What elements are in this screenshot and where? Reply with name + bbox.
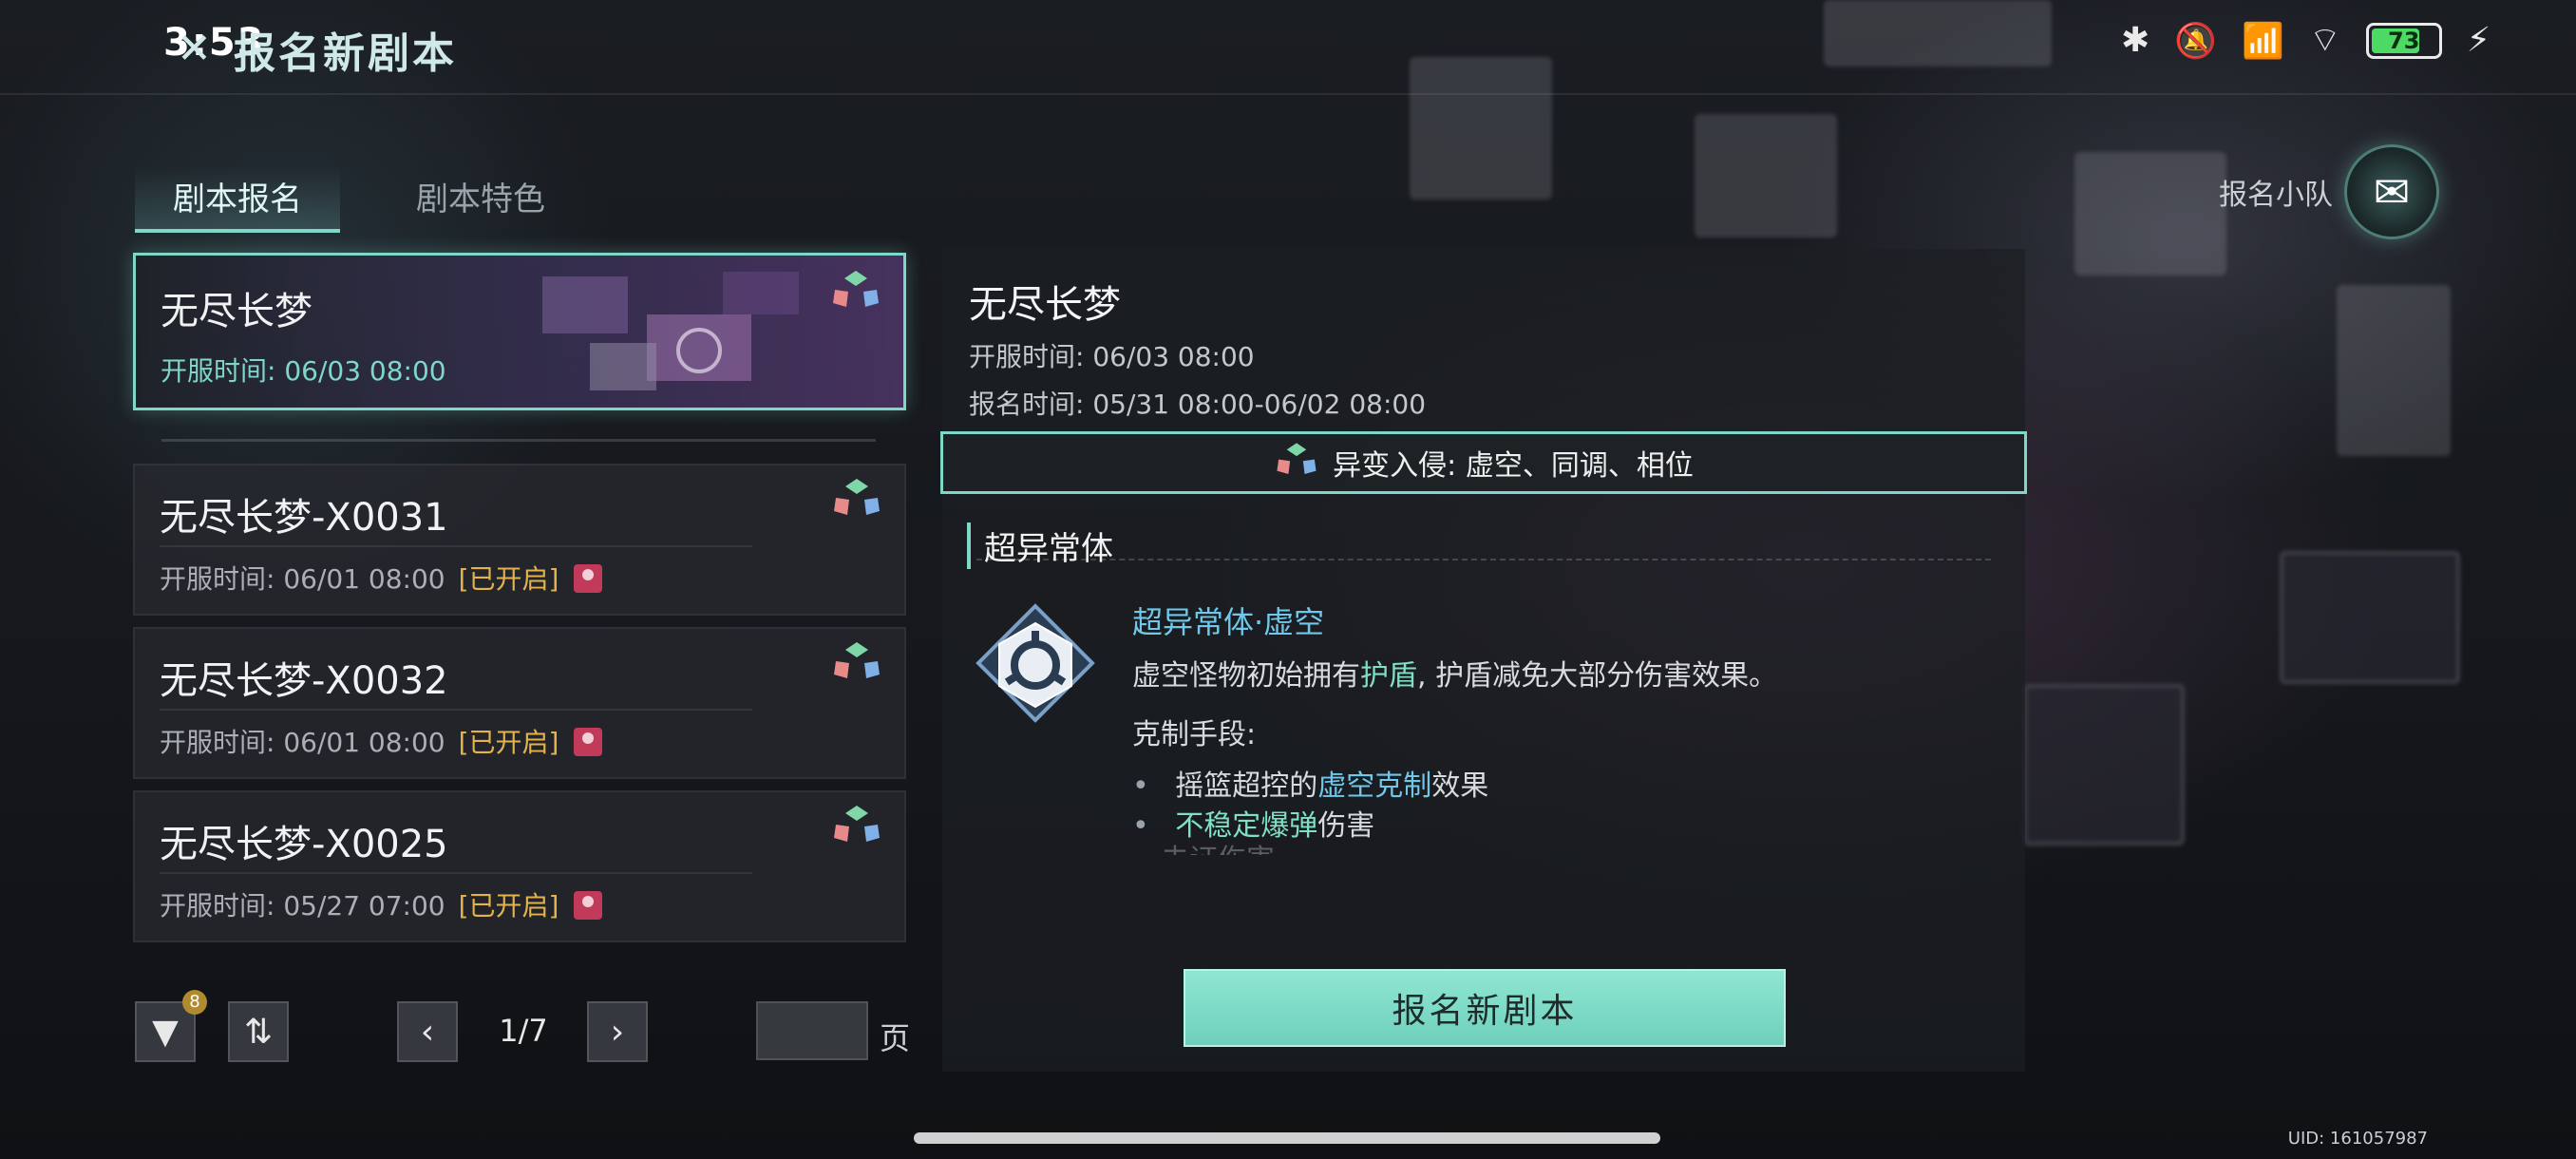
counter-title: 克制手段:	[1132, 718, 1257, 751]
mutation-icon	[834, 806, 880, 842]
script-name: 无尽长梦-X0031	[160, 496, 448, 540]
battery-level: 73	[2388, 27, 2420, 54]
signup-new-script-button[interactable]: 报名新剧本	[1184, 969, 1786, 1047]
tab-bar: 剧本报名 剧本特色	[135, 167, 583, 233]
open-time: 开服时间: 06/01 08:00 [已开启]	[160, 559, 603, 597]
sort-button[interactable]: ⇅	[228, 1001, 289, 1062]
user-icon	[574, 728, 603, 756]
tab-script-features[interactable]: 剧本特色	[378, 167, 583, 233]
script-card[interactable]: 无尽长梦-X0025 开服时间: 05/27 07:00 [已开启]	[133, 790, 906, 942]
script-card-selected[interactable]: 无尽长梦 开服时间: 06/03 08:00	[133, 253, 906, 410]
counter-item-faded: 未证伤害	[1161, 836, 1351, 855]
wifi-icon: ⌔	[2308, 21, 2341, 60]
detail-title: 无尽长梦	[969, 283, 1121, 327]
next-page-button[interactable]: ›	[587, 1001, 648, 1062]
ability-description: 虚空怪物初始拥有护盾, 护盾减免大部分伤害效果。	[1132, 659, 1778, 693]
script-card[interactable]: 无尽长梦-X0032 开服时间: 06/01 08:00 [已开启]	[133, 627, 906, 779]
mutation-icon	[1277, 443, 1316, 474]
section-divider	[976, 559, 1991, 560]
script-name: 无尽长梦	[161, 290, 313, 333]
detail-signup-time: 报名时间: 05/31 08:00-06/02 08:00	[969, 389, 1427, 420]
filter-icon: ▼	[152, 1012, 179, 1052]
status-badge: [已开启]	[458, 890, 559, 922]
user-icon	[574, 891, 603, 920]
open-time: 开服时间: 05/27 07:00 [已开启]	[160, 885, 603, 923]
user-id: UID: 161057987	[2287, 1129, 2428, 1149]
team-button[interactable]: ✉	[2344, 144, 2439, 239]
ability-name: 超异常体·虚空	[1132, 604, 1325, 640]
mutation-bar[interactable]: 异变入侵: 虚空、同调、相位	[940, 431, 2027, 494]
charging-icon: ⚡	[2466, 21, 2491, 60]
prev-page-button[interactable]: ‹	[397, 1001, 458, 1062]
user-icon	[574, 564, 603, 593]
mute-icon: 🔕	[2174, 21, 2218, 61]
mail-add-icon: ✉	[2373, 166, 2411, 218]
chevron-right-icon: ›	[610, 1012, 625, 1052]
status-badge: [已开启]	[458, 563, 559, 595]
card-artwork	[542, 272, 799, 390]
script-name: 无尽长梦-X0032	[160, 659, 448, 703]
open-time: 开服时间: 06/01 08:00 [已开启]	[160, 722, 603, 760]
counter-item: 摇篮超控的虚空克制效果	[1132, 762, 1488, 804]
status-badge: [已开启]	[458, 727, 559, 758]
background-monitor	[2074, 152, 2226, 276]
open-time: 开服时间: 06/03 08:00	[161, 355, 446, 387]
background-monitor	[2023, 684, 2185, 846]
page-suffix: 页	[880, 1020, 911, 1056]
mutation-icon	[834, 479, 880, 515]
mutation-text: 异变入侵: 虚空、同调、相位	[1333, 449, 1694, 483]
signal-icon: 📶	[2242, 21, 2284, 61]
background-monitor	[2337, 285, 2451, 456]
bluetooth-icon: ✱	[2121, 21, 2150, 60]
battery-icon: 73	[2365, 22, 2442, 59]
team-label: 报名小队	[2219, 179, 2333, 212]
detail-open-time: 开服时间: 06/03 08:00	[969, 341, 1255, 372]
header-divider	[0, 93, 2576, 95]
sort-icon: ⇅	[243, 1012, 274, 1052]
home-indicator[interactable]	[914, 1132, 1660, 1144]
void-anomaly-icon	[975, 603, 1095, 723]
page-indicator: 1/7	[499, 1013, 548, 1049]
list-divider	[161, 439, 876, 442]
filter-count-badge: 8	[182, 990, 207, 1015]
script-detail-panel: 无尽长梦 开服时间: 06/03 08:00 报名时间: 05/31 08:00…	[940, 249, 2027, 1072]
section-title: 超异常体	[967, 522, 1113, 569]
tab-script-signup[interactable]: 剧本报名	[135, 167, 340, 233]
page-jump-input[interactable]	[756, 1001, 868, 1060]
mutation-icon	[834, 642, 880, 678]
script-card[interactable]: 无尽长梦-X0031 开服时间: 06/01 08:00 [已开启]	[133, 464, 906, 616]
background-monitor	[2280, 551, 2460, 684]
background-monitor	[1695, 114, 1837, 238]
page-title: 报名新剧本	[234, 29, 457, 78]
mutation-icon	[833, 271, 879, 307]
system-icons: ✱ 🔕 📶 ⌔ 73 ⚡	[2121, 19, 2491, 62]
chevron-left-icon: ‹	[420, 1012, 435, 1052]
back-icon[interactable]: ✕	[177, 25, 224, 73]
script-name: 无尽长梦-X0025	[160, 823, 448, 866]
